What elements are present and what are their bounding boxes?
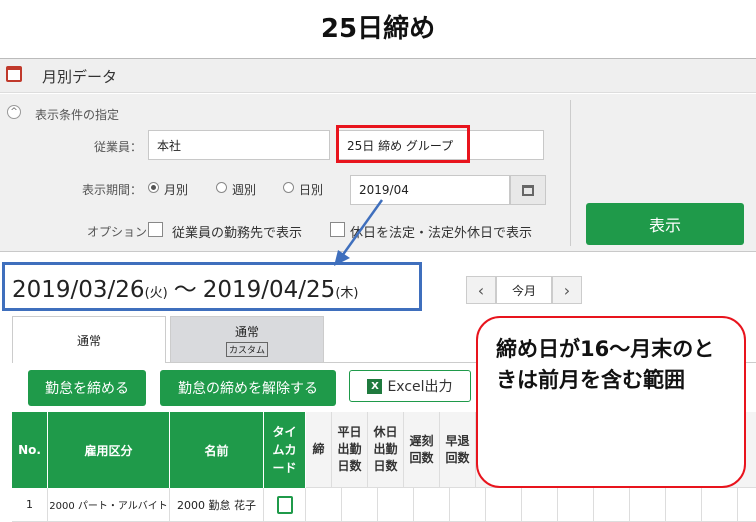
cell-no: 1	[12, 488, 48, 522]
col-name-label: 名前	[204, 443, 229, 458]
excel-export-button[interactable]: X Excel出力	[349, 370, 471, 402]
radio-monthly-label: 月別	[164, 183, 189, 197]
col-no-label: No.	[18, 443, 41, 457]
page-heading: 25日締め	[320, 14, 436, 44]
timecard-icon[interactable]	[276, 495, 293, 514]
callout-box: 締め日が16〜月末のときは前月を含む範囲	[476, 316, 746, 488]
date-range: 2019/03/26 (火) 〜 2019/04/25 (木)	[12, 270, 358, 304]
cell-name[interactable]: 2000 勤怠 花子	[170, 488, 264, 522]
col-holiday-days-label: 休日出勤日数	[373, 425, 398, 473]
range-start-day: (火)	[144, 286, 168, 301]
range-end: 2019/04/25	[202, 277, 336, 303]
next-month-button[interactable]: ›	[552, 276, 582, 304]
collapse-icon[interactable]: ^	[7, 105, 21, 119]
this-month-button[interactable]: 今月	[496, 276, 552, 304]
employee-field[interactable]: 本社	[148, 130, 330, 160]
tab-custom-sub: カスタム	[225, 342, 268, 357]
range-start: 2019/03/26	[12, 277, 145, 303]
radio-monthly[interactable]	[148, 182, 159, 193]
tab-normal[interactable]: 通常	[12, 316, 166, 363]
employee-label: 従業員：	[94, 140, 143, 154]
show-button[interactable]: 表示	[586, 203, 744, 245]
col-timecard: タイムカード	[264, 412, 306, 488]
col-weekday-days-label: 平日出勤日数	[337, 425, 362, 473]
row-rest	[306, 488, 756, 522]
group-highlight-box	[336, 125, 470, 163]
date-value: 2019/04	[359, 183, 409, 197]
excel-export-label: Excel出力	[387, 379, 453, 395]
filter-section-label: 表示条件の指定	[35, 108, 120, 122]
period-label: 表示期間：	[82, 183, 143, 197]
col-early[interactable]: 早退回数	[440, 412, 476, 488]
tab-normal-label: 通常	[76, 333, 101, 348]
range-separator: 〜	[173, 277, 197, 303]
tab-custom-label: 通常	[234, 325, 259, 339]
filter-divider	[570, 100, 571, 246]
unclose-attendance-button[interactable]: 勤怠の締めを解除する	[160, 370, 336, 406]
col-close-label: 締	[312, 442, 325, 456]
col-no[interactable]: No.	[12, 412, 48, 488]
col-late-label: 遅刻回数	[409, 433, 434, 465]
col-holiday-days[interactable]: 休日出勤日数	[368, 412, 404, 488]
col-type[interactable]: 雇用区分	[48, 412, 170, 488]
radio-daily-label: 日別	[299, 183, 324, 197]
calendar-picker-icon[interactable]	[510, 175, 546, 205]
employee-value: 本社	[157, 138, 182, 153]
excel-icon: X	[367, 378, 383, 394]
col-weekday-days[interactable]: 平日出勤日数	[332, 412, 368, 488]
calendar-icon	[6, 66, 22, 82]
pointer-arrow	[334, 199, 384, 266]
cell-timecard[interactable]	[264, 488, 306, 522]
radio-daily[interactable]	[283, 182, 294, 193]
radio-weekly-label: 週別	[232, 183, 257, 197]
cell-type: 2000 パート・アルバイト	[48, 488, 170, 522]
col-name[interactable]: 名前	[170, 412, 264, 488]
range-end-day: (木)	[335, 286, 359, 301]
col-late[interactable]: 遅刻回数	[404, 412, 440, 488]
col-timecard-label: タイムカード	[272, 425, 297, 475]
col-early-label: 早退回数	[445, 433, 470, 465]
col-close: 締	[306, 412, 332, 488]
option1-label: 従業員の勤務先で表示	[172, 226, 303, 241]
radio-weekly[interactable]	[216, 182, 227, 193]
close-attendance-button[interactable]: 勤怠を締める	[28, 370, 146, 406]
callout-text: 締め日が16〜月末のときは前月を含む範囲	[496, 337, 715, 392]
col-type-label: 雇用区分	[84, 443, 133, 458]
app-title: 月別データ	[42, 68, 118, 86]
tab-custom[interactable]: 通常 カスタム	[170, 316, 324, 363]
option1-checkbox[interactable]	[148, 222, 163, 237]
prev-month-button[interactable]: ‹	[466, 276, 496, 304]
